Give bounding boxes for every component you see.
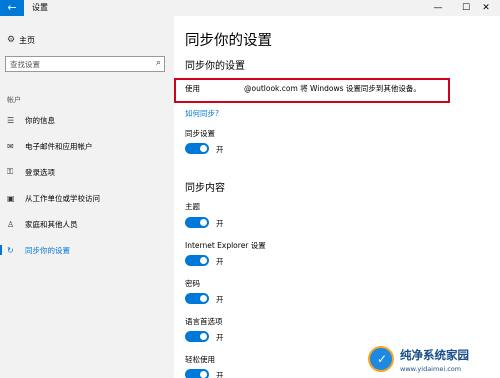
- section-label-accounts: 帐户: [7, 96, 21, 104]
- sidebar-item-your-info[interactable]: ☰ 你的信息: [0, 112, 174, 128]
- watermark-url: www.yidaimei.com: [400, 365, 462, 373]
- person-icon: ♙: [7, 219, 15, 229]
- toggle-state: 开: [216, 333, 224, 342]
- section-heading: 同步你的设置: [185, 61, 245, 72]
- toggle-state: 开: [216, 295, 224, 304]
- briefcase-icon: ▣: [7, 193, 15, 203]
- window-title: 设置: [32, 3, 48, 12]
- toggle-state: 开: [216, 145, 224, 154]
- ie-settings-label: Internet Explorer 设置: [185, 241, 266, 250]
- search-input[interactable]: 查找设置: [10, 59, 40, 70]
- toggle-state: 开: [216, 257, 224, 266]
- theme-label: 主题: [185, 202, 200, 211]
- watermark-logo: ✓: [368, 346, 394, 372]
- sidebar-item-family[interactable]: ♙ 家庭和其他人员: [0, 216, 174, 232]
- page-title: 同步你的设置: [185, 33, 272, 49]
- home-link[interactable]: ⚙ 主页: [7, 33, 35, 47]
- sidebar-item-sync-settings[interactable]: ↻ 同步你的设置: [0, 242, 174, 258]
- toggle-state: 开: [216, 371, 224, 378]
- sidebar-item-label: 你的信息: [25, 115, 55, 125]
- search-box[interactable]: 查找设置 ⌕: [5, 56, 165, 72]
- toggle-knob: [200, 295, 207, 302]
- how-to-sync-link[interactable]: 如何同步?: [185, 108, 219, 119]
- use-label: 使用: [185, 84, 200, 93]
- ease-of-access-label: 轻松使用: [185, 355, 215, 364]
- minimize-button[interactable]: —: [424, 0, 452, 16]
- sync-icon: ↻: [7, 245, 14, 255]
- back-arrow-icon[interactable]: ←: [0, 0, 24, 16]
- ease-of-access-toggle[interactable]: [185, 369, 209, 378]
- sync-account-text: @outlook.com 将 Windows 设置同步到其他设备。: [244, 84, 421, 93]
- mail-icon: ✉: [7, 141, 14, 151]
- toggle-state: 开: [216, 219, 224, 228]
- toggle-knob: [200, 257, 207, 264]
- language-prefs-toggle[interactable]: [185, 331, 209, 342]
- passwords-label: 密码: [185, 279, 200, 288]
- sidebar-item-label: 同步你的设置: [25, 245, 70, 255]
- close-button[interactable]: ✕: [472, 0, 500, 16]
- sidebar-item-label: 家庭和其他人员: [25, 219, 78, 229]
- active-indicator: [0, 245, 2, 255]
- sync-settings-toggle[interactable]: [185, 143, 209, 154]
- toggle-knob: [200, 371, 207, 378]
- sidebar-item-label: 电子邮件和应用帐户: [25, 141, 93, 151]
- gear-icon: ⚙: [7, 35, 16, 45]
- passwords-toggle[interactable]: [185, 293, 209, 304]
- sidebar-item-work-school[interactable]: ▣ 从工作单位或学校访问: [0, 190, 174, 206]
- watermark: ✓ 纯净系统家园 www.yidaimei.com: [360, 344, 500, 378]
- sidebar-item-label: 登录选项: [25, 167, 55, 177]
- toggle-knob: [200, 333, 207, 340]
- home-label: 主页: [19, 35, 35, 45]
- sidebar-item-email-accounts[interactable]: ✉ 电子邮件和应用帐户: [0, 138, 174, 154]
- sidebar: ⚙ 主页 查找设置 ⌕ 帐户 ☰ 你的信息 ✉ 电子邮件和应用帐户 ⚿ 登录选项…: [0, 16, 174, 378]
- search-icon[interactable]: ⌕: [156, 58, 161, 68]
- ie-settings-toggle[interactable]: [185, 255, 209, 266]
- sync-content-heading: 同步内容: [185, 183, 225, 194]
- sidebar-item-sign-in-options[interactable]: ⚿ 登录选项: [0, 164, 174, 180]
- theme-toggle[interactable]: [185, 217, 209, 228]
- title-bar: ← 设置 — ☐ ✕: [0, 0, 500, 16]
- watermark-text: 纯净系统家园: [400, 348, 469, 362]
- toggle-knob: [200, 219, 207, 226]
- sidebar-item-label: 从工作单位或学校访问: [25, 193, 100, 203]
- key-icon: ⚿: [7, 167, 14, 176]
- person-card-icon: ☰: [7, 115, 15, 125]
- toggle-knob: [200, 145, 207, 152]
- sync-settings-label: 同步设置: [185, 129, 215, 138]
- language-prefs-label: 语言首选项: [185, 317, 223, 326]
- main-content: 同步你的设置 同步你的设置 使用 @outlook.com 将 Windows …: [174, 16, 500, 378]
